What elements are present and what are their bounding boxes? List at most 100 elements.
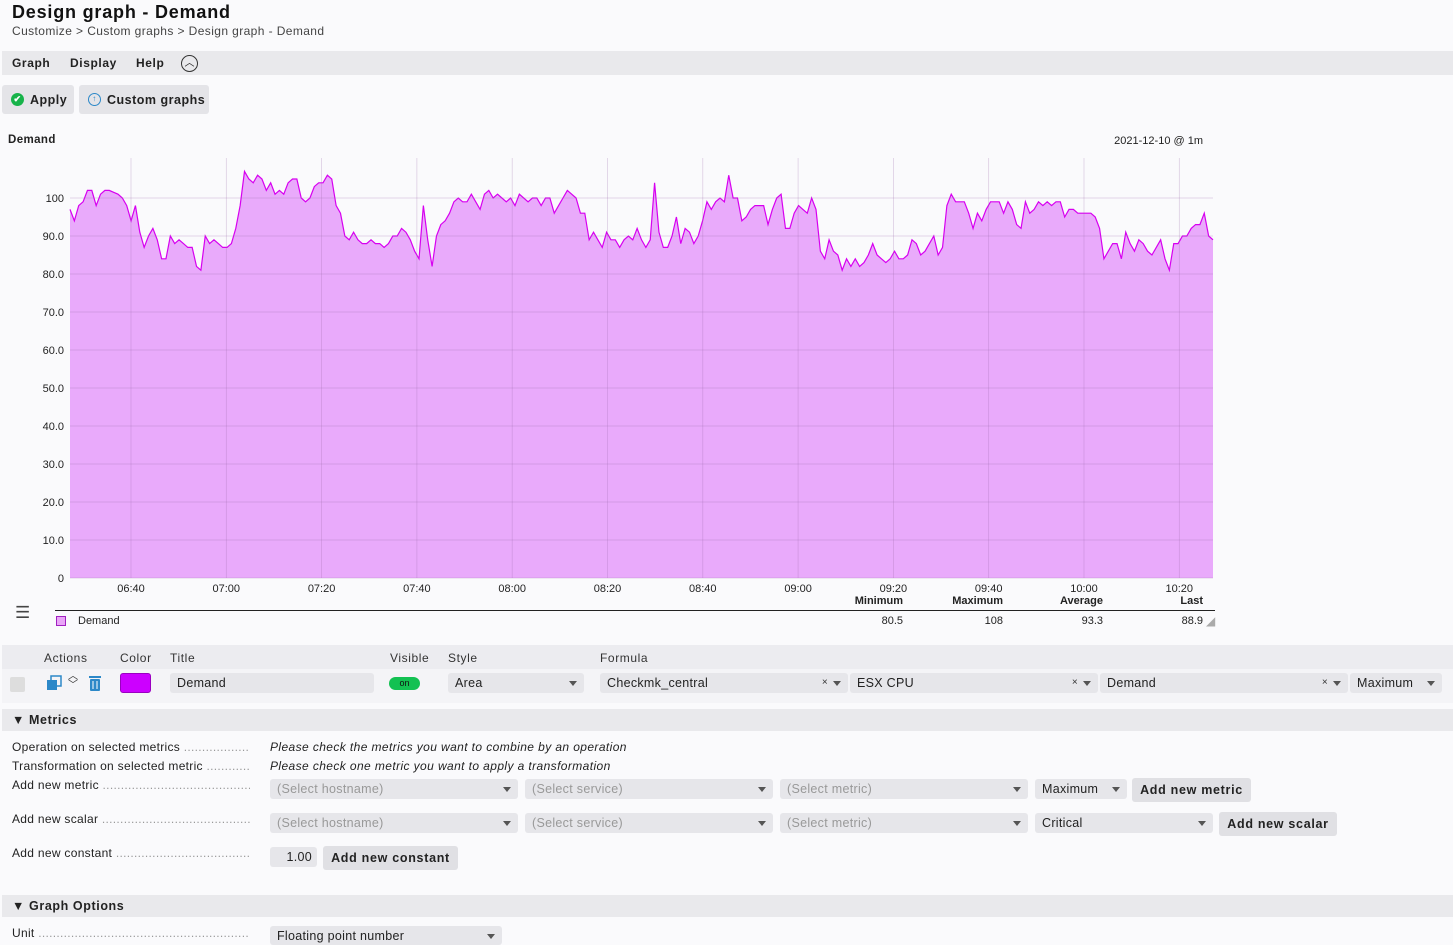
legend-color-swatch — [56, 616, 66, 626]
move-up-down-icon[interactable]: ︿ ﹀ — [68, 672, 78, 691]
add-new-metric-button[interactable]: Add new metric — [1132, 778, 1251, 802]
scalar-service-placeholder: (Select service) — [532, 816, 623, 830]
scalar-hostname-select[interactable]: (Select hostname) — [270, 813, 518, 833]
x-tick-label: 08:20 — [594, 583, 622, 595]
metric-hostname-select[interactable]: (Select hostname) — [270, 779, 518, 799]
y-tick-label: 90.0 — [43, 231, 64, 243]
metric-select-value: Demand — [1107, 676, 1157, 690]
col-title: Title — [170, 651, 196, 665]
add-constant-label-text: Add new constant — [12, 846, 113, 860]
scalar-metric-select[interactable]: (Select metric) — [780, 813, 1028, 833]
arrow-up-circle-icon: ↑ — [88, 93, 101, 106]
service-select-value: ESX CPU — [857, 676, 914, 690]
breadcrumb-separator: > — [76, 24, 84, 38]
resize-handle-icon[interactable]: ◢ — [1206, 614, 1215, 628]
unit-label: Unit ...................................… — [12, 926, 250, 940]
scalar-type-select[interactable]: Critical — [1035, 813, 1213, 833]
graph-options-section-title: Graph Options — [29, 899, 125, 913]
table-row: ︿ ﹀ Demand on Area Checkmk_central × ESX C… — [2, 669, 1453, 703]
menu-help[interactable]: Help — [136, 56, 164, 70]
add-new-scalar-button[interactable]: Add new scalar — [1219, 812, 1337, 836]
y-tick-label: 100 — [46, 193, 64, 205]
x-tick-label: 06:40 — [117, 583, 145, 595]
transformation-hint: Please check one metric you want to appl… — [270, 759, 611, 773]
metric-hostname-placeholder: (Select hostname) — [277, 782, 384, 796]
graph-area[interactable]: 0 10.0 20.0 30.0 40.0 50.0 60.0 70.0 80.0 90.0 100… — [0, 150, 1230, 595]
metric-metric-select[interactable]: (Select metric) — [780, 779, 1028, 799]
operation-hint: Please check the metrics you want to com… — [270, 740, 627, 754]
metric-consolidation-select[interactable]: Maximum — [1035, 779, 1127, 799]
breadcrumb: Customize > Custom graphs > Design graph… — [12, 24, 324, 38]
row-checkbox[interactable] — [10, 677, 25, 692]
clear-icon[interactable]: × — [1072, 673, 1078, 693]
hamburger-menu-icon[interactable]: ☰ — [15, 603, 30, 623]
style-select-value: Area — [455, 676, 483, 690]
title-input[interactable]: Demand — [170, 673, 374, 693]
col-actions: Actions — [44, 651, 88, 665]
y-tick-label: 30.0 — [43, 459, 64, 471]
custom-graphs-button[interactable]: ↑ Custom graphs — [79, 85, 209, 114]
consolidation-select[interactable]: Maximum — [1350, 673, 1442, 693]
y-tick-label: 20.0 — [43, 497, 64, 509]
menu-bar: Graph Display Help ︿ — [2, 51, 1453, 75]
x-tick-label: 10:20 — [1166, 583, 1194, 595]
host-select-value: Checkmk_central — [607, 676, 709, 690]
metric-table-header: Actions Color Title Visible Style Formul… — [2, 645, 1453, 669]
page-title: Design graph - Demand — [12, 2, 231, 22]
x-tick-label: 09:20 — [880, 583, 908, 595]
stat-label: Minimum — [854, 595, 903, 607]
operation-label-text: Operation on selected metrics — [12, 740, 181, 754]
graph-timestamp: 2021-12-10 @ 1m — [1114, 135, 1203, 147]
operation-label: Operation on selected metrics ..........… — [12, 740, 250, 754]
scalar-hostname-placeholder: (Select hostname) — [277, 816, 384, 830]
host-select[interactable]: Checkmk_central × — [600, 673, 848, 693]
col-color: Color — [120, 651, 152, 665]
stat-value: 108 — [984, 615, 1003, 627]
unit-select[interactable]: Floating point number — [270, 926, 502, 945]
stat-label: Maximum — [952, 595, 1003, 607]
scalar-service-select[interactable]: (Select service) — [525, 813, 773, 833]
stat-value: 88.9 — [1181, 615, 1203, 627]
metric-service-placeholder: (Select service) — [532, 782, 623, 796]
clear-icon[interactable]: × — [822, 673, 828, 693]
metric-consolidation-value: Maximum — [1042, 782, 1099, 796]
add-new-constant-button[interactable]: Add new constant — [323, 846, 458, 870]
col-style: Style — [448, 651, 478, 665]
clear-icon[interactable]: × — [1322, 673, 1328, 693]
graph-options-section-header[interactable]: ▼ Graph Options — [2, 895, 1453, 917]
menu-graph[interactable]: Graph — [12, 56, 50, 70]
chevron-up-circle-icon[interactable]: ︿ — [181, 55, 198, 72]
y-tick-label: 50.0 — [43, 383, 64, 395]
menu-display[interactable]: Display — [70, 56, 117, 70]
service-select[interactable]: ESX CPU × — [850, 673, 1098, 693]
x-tick-label: 08:40 — [689, 583, 717, 595]
delete-icon[interactable] — [88, 675, 102, 692]
y-tick-label: 80.0 — [43, 269, 64, 281]
breadcrumb-item[interactable]: Design graph - Demand — [189, 24, 325, 38]
stat-label: Last — [1180, 595, 1203, 607]
x-tick-label: 07:20 — [308, 583, 336, 595]
legend-series-name: Demand — [78, 615, 120, 627]
unit-select-value: Floating point number — [277, 929, 405, 943]
transformation-label-text: Transformation on selected metric — [12, 759, 203, 773]
transformation-label: Transformation on selected metric ......… — [12, 759, 250, 773]
y-tick-label: 0 — [58, 573, 64, 585]
breadcrumb-item[interactable]: Custom graphs — [87, 24, 174, 38]
add-metric-label-text: Add new metric — [12, 778, 99, 792]
metric-select[interactable]: Demand × — [1100, 673, 1348, 693]
clone-icon[interactable] — [46, 675, 62, 691]
metrics-section-header[interactable]: ▼ Metrics — [2, 709, 1453, 731]
style-select[interactable]: Area — [448, 673, 584, 693]
legend-divider — [55, 610, 1215, 611]
constant-value-input[interactable]: 1.00 — [270, 847, 317, 867]
apply-button[interactable]: ✔ Apply — [2, 85, 74, 114]
y-tick-label: 60.0 — [43, 345, 64, 357]
x-tick-label: 09:40 — [975, 583, 1003, 595]
metric-metric-placeholder: (Select metric) — [787, 782, 873, 796]
visible-toggle[interactable]: on — [389, 677, 420, 690]
metric-service-select[interactable]: (Select service) — [525, 779, 773, 799]
x-tick-label: 10:00 — [1070, 583, 1098, 595]
apply-label: Apply — [30, 92, 68, 107]
color-picker[interactable] — [120, 673, 151, 693]
breadcrumb-item[interactable]: Customize — [12, 24, 72, 38]
